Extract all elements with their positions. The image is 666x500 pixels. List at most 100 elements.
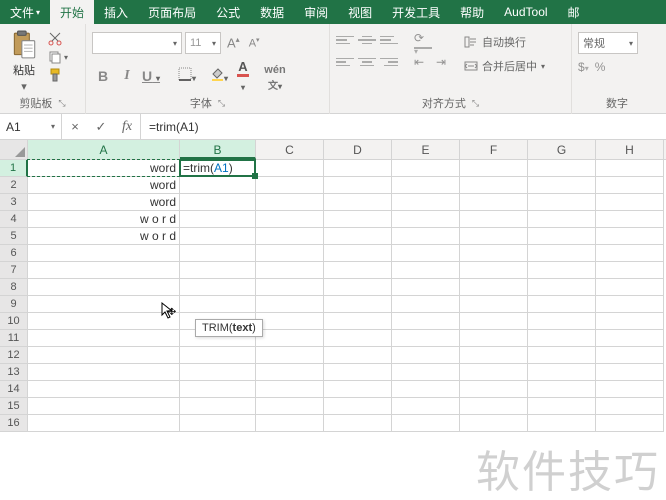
cell[interactable]: =trim(A1)	[180, 160, 256, 177]
row-header[interactable]: 13	[0, 364, 28, 381]
font-name-combo[interactable]: ▾	[92, 32, 182, 54]
cell[interactable]	[392, 313, 460, 330]
tab-formulas[interactable]: 公式	[206, 0, 250, 24]
cell[interactable]	[460, 262, 528, 279]
cell[interactable]	[256, 194, 324, 211]
cell[interactable]	[528, 211, 596, 228]
phonetic-button[interactable]: wén文▾	[264, 60, 286, 92]
align-middle-button[interactable]	[358, 32, 376, 48]
cell[interactable]	[528, 245, 596, 262]
row-header[interactable]: 8	[0, 279, 28, 296]
cell[interactable]	[460, 313, 528, 330]
cell[interactable]	[28, 415, 180, 432]
cell[interactable]	[460, 177, 528, 194]
cell[interactable]	[528, 228, 596, 245]
name-box[interactable]: A1▾	[0, 114, 62, 139]
insert-function-button[interactable]: fx	[114, 119, 140, 135]
number-format-combo[interactable]: 常规▾	[578, 32, 638, 54]
col-header-d[interactable]: D	[324, 140, 392, 159]
cell[interactable]	[256, 262, 324, 279]
col-header-f[interactable]: F	[460, 140, 528, 159]
cell[interactable]	[392, 364, 460, 381]
row-header[interactable]: 10	[0, 313, 28, 330]
cell[interactable]	[180, 194, 256, 211]
cell[interactable]	[28, 262, 180, 279]
cell[interactable]	[324, 313, 392, 330]
cell[interactable]	[392, 177, 460, 194]
cell[interactable]	[392, 211, 460, 228]
cell[interactable]	[28, 364, 180, 381]
cell[interactable]	[180, 279, 256, 296]
cell[interactable]	[528, 398, 596, 415]
cell[interactable]: word	[28, 160, 180, 177]
cell[interactable]	[180, 381, 256, 398]
cell[interactable]	[596, 347, 664, 364]
cell[interactable]	[180, 228, 256, 245]
tab-page-layout[interactable]: 页面布局	[138, 0, 206, 24]
fill-handle[interactable]	[252, 173, 258, 179]
cell[interactable]	[324, 194, 392, 211]
decrease-font-button[interactable]: A▾	[246, 34, 263, 52]
cell[interactable]	[460, 415, 528, 432]
cell[interactable]	[596, 177, 664, 194]
cell[interactable]	[596, 381, 664, 398]
cell[interactable]	[28, 330, 180, 347]
cell[interactable]	[256, 296, 324, 313]
tab-insert[interactable]: 插入	[94, 0, 138, 24]
cell[interactable]	[528, 364, 596, 381]
cell[interactable]	[596, 313, 664, 330]
tab-data[interactable]: 数据	[250, 0, 294, 24]
cell[interactable]	[596, 398, 664, 415]
dialog-launcher-icon[interactable]: ⤡	[218, 98, 225, 109]
cell[interactable]	[256, 347, 324, 364]
cell[interactable]	[596, 228, 664, 245]
cut-button[interactable]	[48, 32, 68, 46]
row-header[interactable]: 2	[0, 177, 28, 194]
cell[interactable]	[392, 296, 460, 313]
cell[interactable]	[596, 262, 664, 279]
cell[interactable]	[528, 194, 596, 211]
cell[interactable]	[528, 347, 596, 364]
col-header-e[interactable]: E	[392, 140, 460, 159]
tab-help[interactable]: 帮助	[450, 0, 494, 24]
percent-format-button[interactable]: %	[595, 60, 606, 74]
cell[interactable]	[324, 228, 392, 245]
underline-button[interactable]: U ▾	[140, 68, 162, 84]
cell[interactable]	[324, 364, 392, 381]
cell[interactable]	[596, 330, 664, 347]
cell[interactable]	[256, 364, 324, 381]
row-header[interactable]: 9	[0, 296, 28, 313]
format-painter-button[interactable]	[48, 68, 68, 82]
cell[interactable]: word	[28, 177, 180, 194]
formula-cancel-button[interactable]: ×	[62, 119, 88, 134]
cell[interactable]: word	[28, 194, 180, 211]
cell[interactable]	[324, 347, 392, 364]
row-header[interactable]: 1	[0, 160, 28, 177]
cell[interactable]	[180, 415, 256, 432]
cell[interactable]	[28, 296, 180, 313]
increase-font-button[interactable]: A▴	[224, 33, 243, 52]
row-header[interactable]: 5	[0, 228, 28, 245]
cell[interactable]	[180, 347, 256, 364]
row-header[interactable]: 12	[0, 347, 28, 364]
cell[interactable]	[256, 330, 324, 347]
row-header[interactable]: 14	[0, 381, 28, 398]
cell[interactable]	[256, 398, 324, 415]
row-header[interactable]: 16	[0, 415, 28, 432]
cell[interactable]	[596, 194, 664, 211]
copy-button[interactable]: ▾	[48, 50, 68, 64]
row-header[interactable]: 3	[0, 194, 28, 211]
cell[interactable]	[528, 381, 596, 398]
col-header-a[interactable]: A	[28, 140, 180, 159]
cell[interactable]	[180, 296, 256, 313]
tab-review[interactable]: 审阅	[294, 0, 338, 24]
cell[interactable]	[324, 177, 392, 194]
font-color-button[interactable]: A▾	[232, 58, 254, 93]
cell[interactable]	[180, 364, 256, 381]
col-header-g[interactable]: G	[528, 140, 596, 159]
bold-button[interactable]: B	[92, 68, 114, 84]
cell[interactable]	[460, 330, 528, 347]
row-header[interactable]: 4	[0, 211, 28, 228]
accounting-format-button[interactable]: $▾	[578, 60, 589, 74]
align-right-button[interactable]	[380, 54, 398, 70]
